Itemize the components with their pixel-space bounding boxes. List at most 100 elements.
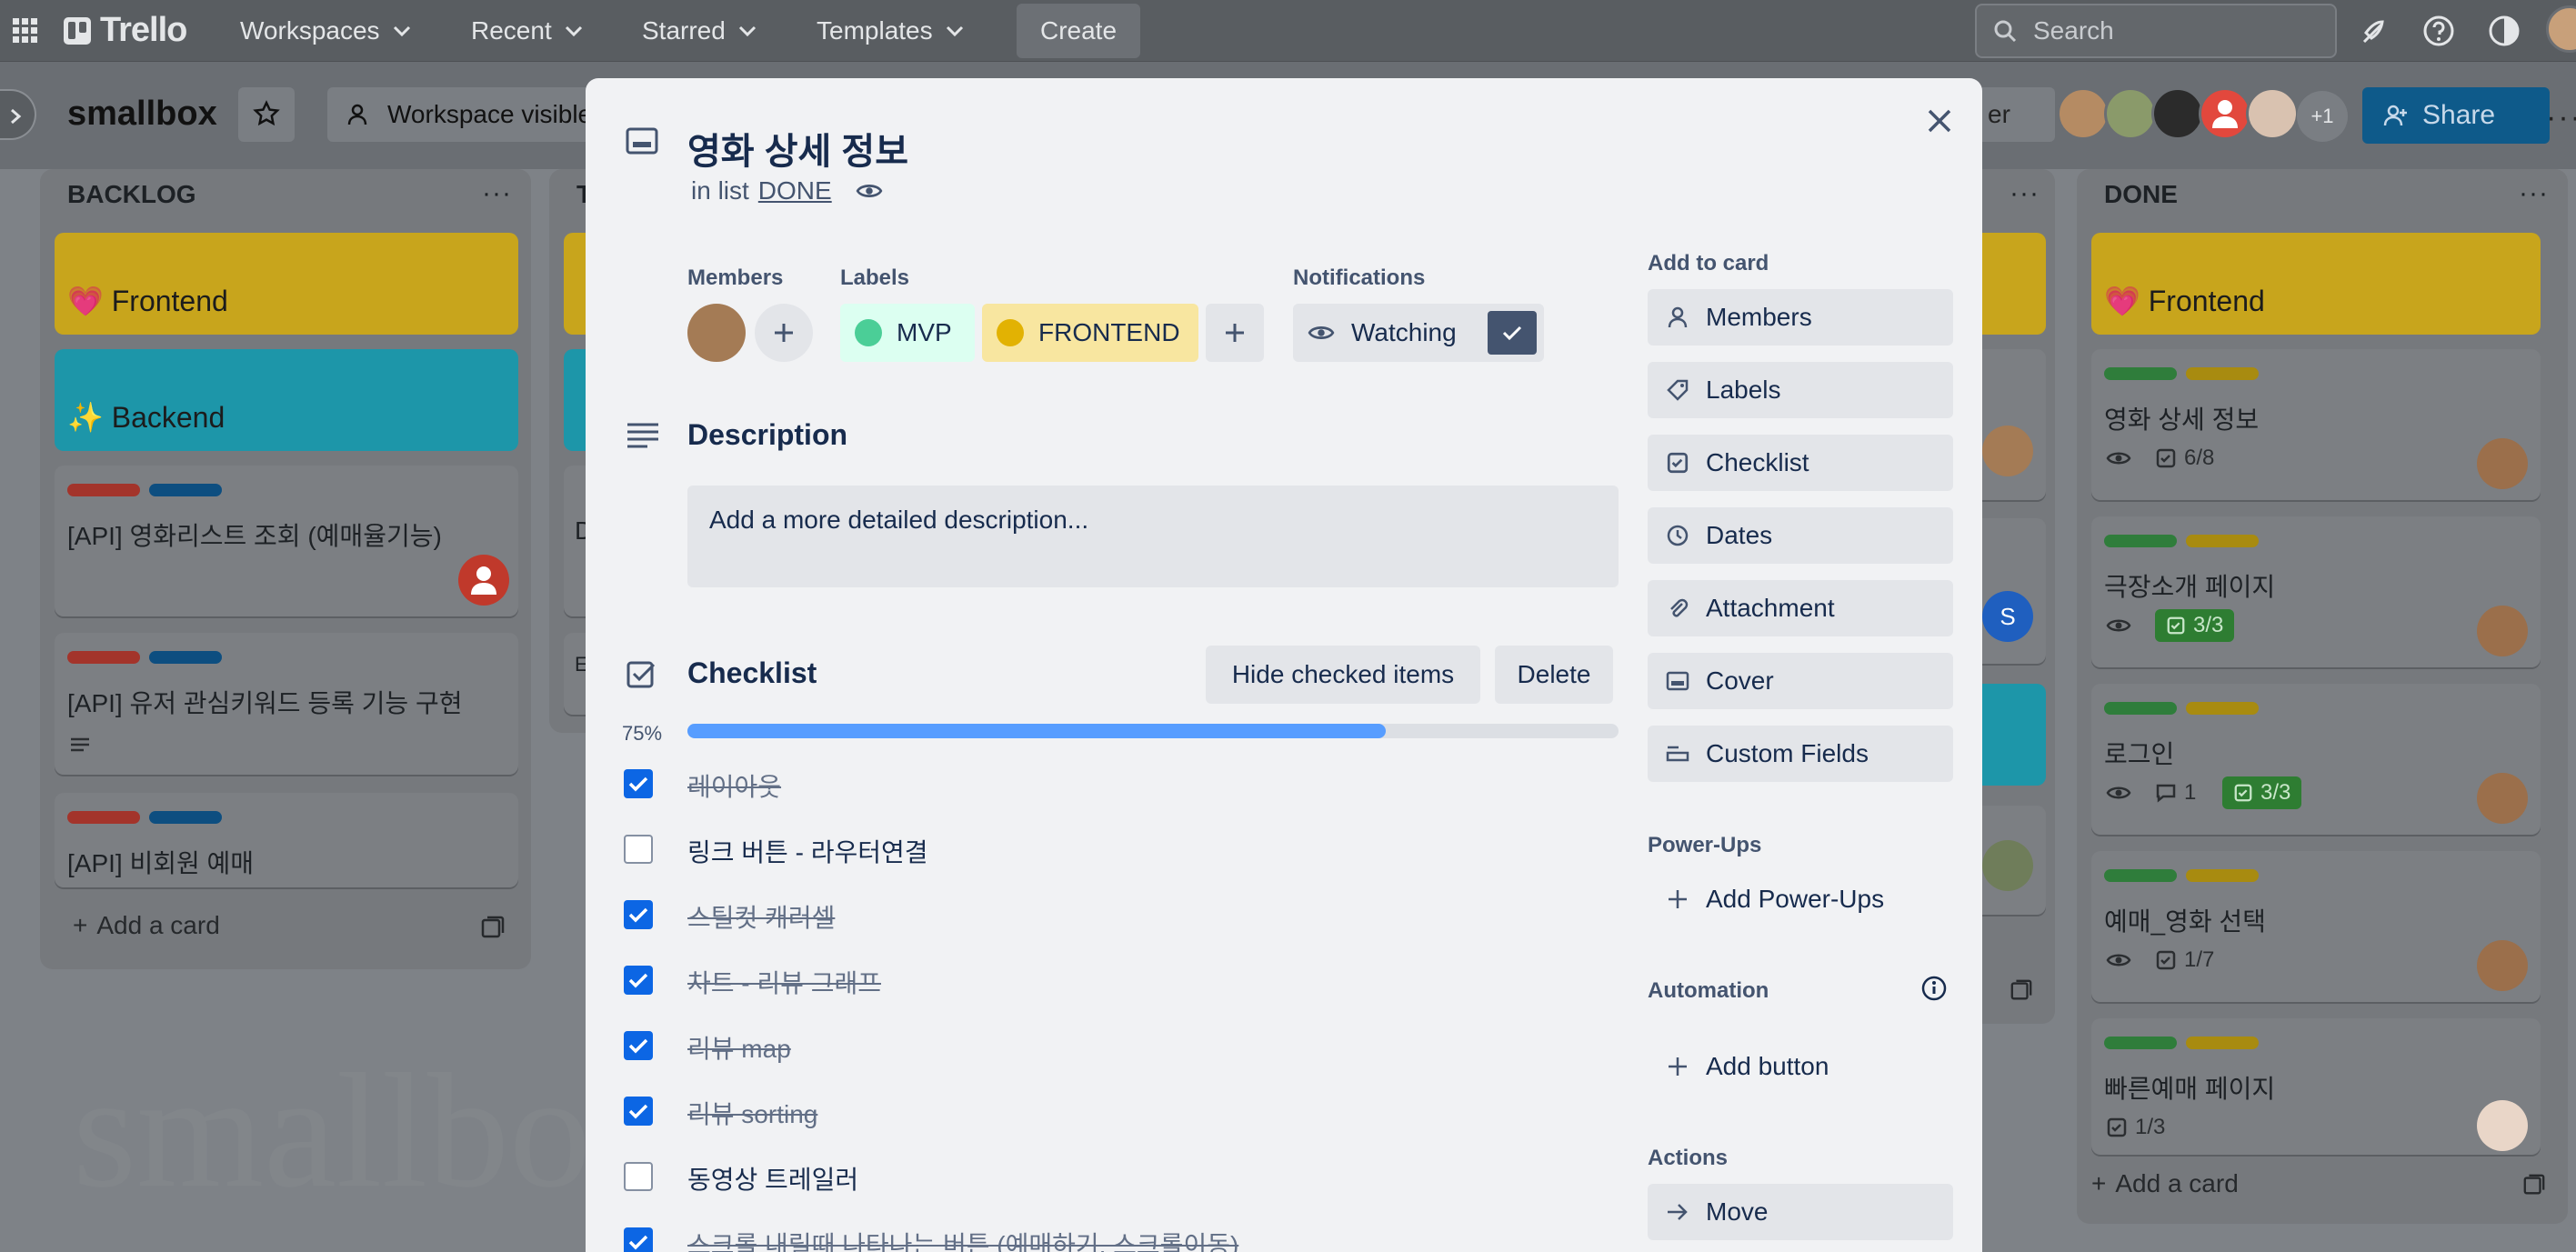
list-item[interactable]: 로그인 1 3/3 bbox=[2091, 684, 2541, 835]
checklist-badge-complete: 3/3 bbox=[2155, 609, 2235, 642]
card-cover-backend[interactable]: ✨ Backend bbox=[55, 349, 518, 451]
more-members-badge[interactable]: +1 bbox=[2297, 91, 2348, 142]
person-icon bbox=[1666, 305, 1689, 329]
notifications-icon[interactable] bbox=[2359, 15, 2391, 47]
add-member-button[interactable] bbox=[755, 304, 813, 362]
list-item[interactable]: 극장소개 페이지 3/3 bbox=[2091, 516, 2541, 667]
help-icon[interactable] bbox=[2422, 15, 2455, 47]
automation-label: Automation bbox=[1648, 978, 1769, 1003]
checklist-item-text[interactable]: 동영상 트레일러 bbox=[687, 1160, 858, 1197]
watching-button[interactable]: Watching bbox=[1293, 304, 1544, 362]
add-automation-button[interactable]: Add button bbox=[1648, 1038, 1953, 1095]
trello-logo[interactable]: Trello bbox=[64, 11, 187, 50]
checklist-checkbox-checked[interactable] bbox=[624, 900, 653, 929]
checklist-checkbox[interactable] bbox=[624, 835, 653, 864]
nav-workspaces[interactable]: Workspaces bbox=[231, 13, 420, 49]
info-icon[interactable] bbox=[1920, 975, 1948, 1002]
member-avatar[interactable] bbox=[2151, 87, 2204, 140]
member-avatar[interactable] bbox=[2199, 87, 2251, 140]
nav-templates[interactable]: Templates bbox=[807, 13, 973, 49]
search-input[interactable]: Search bbox=[1975, 4, 2337, 58]
template-icon[interactable] bbox=[2522, 1173, 2546, 1197]
card-title: [API] 비회원 예매 bbox=[67, 849, 255, 877]
list-item[interactable]: 예매_영화 선택 1/7 bbox=[2091, 851, 2541, 1002]
label-yellow bbox=[2186, 1037, 2259, 1049]
checklist-checkbox[interactable] bbox=[624, 1162, 653, 1191]
checkbox-icon bbox=[2167, 616, 2185, 635]
checklist-checkbox-checked[interactable] bbox=[624, 1097, 653, 1126]
button-label: Add Power-Ups bbox=[1706, 885, 1885, 913]
sidebar-members-button[interactable]: Members bbox=[1648, 289, 1953, 346]
comments-count: 1 bbox=[2184, 780, 2197, 805]
plus-icon bbox=[1666, 887, 1689, 911]
board-title[interactable]: smallbox bbox=[67, 95, 217, 134]
member-avatar[interactable] bbox=[687, 304, 746, 362]
member-avatar[interactable] bbox=[2246, 87, 2299, 140]
sidebar-labels-button[interactable]: Labels bbox=[1648, 362, 1953, 418]
list-menu-icon[interactable]: ··· bbox=[2519, 178, 2549, 209]
checkbox-icon bbox=[2156, 448, 2176, 468]
label-frontend[interactable]: FRONTEND bbox=[982, 304, 1198, 362]
checklist-count: 1/3 bbox=[2135, 1115, 2166, 1139]
template-icon[interactable] bbox=[480, 915, 506, 940]
account-avatar[interactable] bbox=[2546, 5, 2576, 53]
app-switcher-icon[interactable] bbox=[13, 18, 38, 44]
member-avatar[interactable] bbox=[2104, 87, 2157, 140]
list-item[interactable]: 빠른예매 페이지 1/3 bbox=[2091, 1018, 2541, 1155]
label-blue bbox=[149, 651, 222, 664]
checklist-title[interactable]: Checklist bbox=[687, 656, 817, 690]
sidebar-attachment-button[interactable]: Attachment bbox=[1648, 580, 1953, 636]
checklist-checkbox-checked[interactable] bbox=[624, 769, 653, 798]
checklist-checkbox-checked[interactable] bbox=[624, 966, 653, 995]
list-item[interactable]: [API] 유저 관심키워드 등록 기능 구현 bbox=[55, 633, 518, 775]
list-link[interactable]: DONE bbox=[758, 176, 832, 205]
card-title: [API] 영화리스트 조회 (예매율기능) bbox=[67, 522, 442, 550]
hide-checked-button[interactable]: Hide checked items bbox=[1206, 646, 1480, 704]
watching-icon bbox=[2106, 449, 2131, 467]
board-menu-icon[interactable]: ··· bbox=[2546, 100, 2576, 135]
sidebar-custom-fields-button[interactable]: Custom Fields bbox=[1648, 726, 1953, 782]
workspace-visibility-label: Workspace visible bbox=[387, 100, 593, 128]
theme-icon[interactable] bbox=[2488, 15, 2521, 47]
close-icon[interactable] bbox=[1924, 105, 1955, 136]
template-icon[interactable] bbox=[2010, 978, 2033, 1002]
nav-starred[interactable]: Starred bbox=[633, 13, 766, 49]
add-card-button[interactable]: + Add a card bbox=[73, 911, 220, 940]
member-avatar[interactable] bbox=[2057, 87, 2110, 140]
add-card-button[interactable]: + Add a card bbox=[2091, 1169, 2239, 1198]
list-item[interactable]: [API] 비회원 예매 bbox=[55, 793, 518, 887]
check-icon bbox=[628, 907, 648, 923]
card-cover-frontend[interactable]: 💗 Frontend bbox=[2091, 233, 2541, 335]
list-menu-icon[interactable]: ··· bbox=[482, 178, 512, 209]
nav-recent[interactable]: Recent bbox=[462, 13, 592, 49]
sidebar-cover-button[interactable]: Cover bbox=[1648, 653, 1953, 709]
card-title[interactable]: 영화 상세 정보 bbox=[687, 122, 908, 175]
checklist-item-text[interactable]: 스틸컷 캐러셀 bbox=[687, 898, 835, 935]
checklist-item-text[interactable]: 레이아웃 bbox=[687, 767, 781, 804]
star-board-button[interactable] bbox=[238, 87, 295, 142]
checklist-item-text[interactable]: 리뷰 map bbox=[687, 1029, 791, 1066]
checklist-item-text[interactable]: 차트 - 리뷰 그래프 bbox=[687, 964, 881, 1000]
card-cover-frontend[interactable]: 💗 Frontend bbox=[55, 233, 518, 335]
sidebar-checklist-button[interactable]: Checklist bbox=[1648, 435, 1953, 491]
sidebar-dates-button[interactable]: Dates bbox=[1648, 507, 1953, 564]
watching-icon bbox=[856, 181, 883, 201]
checklist-checkbox-checked[interactable] bbox=[624, 1227, 653, 1252]
workspace-visibility-button[interactable]: Workspace visible bbox=[327, 87, 600, 142]
add-powerups-button[interactable]: Add Power-Ups bbox=[1648, 871, 1953, 927]
list-item[interactable]: [API] 영화리스트 조회 (예매율기능) bbox=[55, 466, 518, 616]
check-icon bbox=[628, 1235, 648, 1250]
delete-checklist-button[interactable]: Delete bbox=[1495, 646, 1613, 704]
move-button[interactable]: Move bbox=[1648, 1184, 1953, 1240]
label-mvp[interactable]: MVP bbox=[840, 304, 975, 362]
description-input[interactable]: Add a more detailed description... bbox=[687, 486, 1619, 587]
create-button[interactable]: Create bbox=[1017, 4, 1140, 58]
add-label-button[interactable] bbox=[1206, 304, 1264, 362]
share-button[interactable]: Share bbox=[2362, 87, 2550, 144]
checklist-item-text[interactable]: 리뷰 sorting bbox=[687, 1095, 817, 1131]
list-item[interactable]: 영화 상세 정보 6/8 bbox=[2091, 349, 2541, 500]
checklist-checkbox-checked[interactable] bbox=[624, 1031, 653, 1060]
checklist-item-text[interactable]: 링크 버튼 - 라우터연결 bbox=[687, 833, 928, 869]
list-menu-icon[interactable]: ··· bbox=[2010, 178, 2040, 209]
checklist-item-text[interactable]: 스크롤 내릴때 나타나는 버튼 (예매하기, 스크롤이동) bbox=[687, 1226, 1238, 1252]
